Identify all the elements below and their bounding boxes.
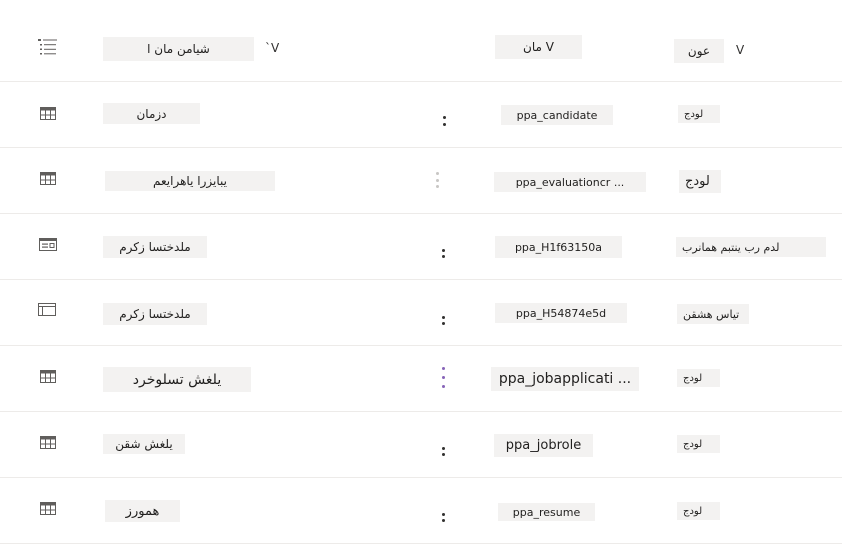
more-options-icon[interactable]: [434, 172, 440, 188]
type-cell: لودج: [678, 105, 720, 123]
display-name-cell[interactable]: دزمان: [103, 103, 200, 124]
column-header-name[interactable]: مان V: [495, 35, 582, 59]
table-icon: [40, 436, 56, 449]
table-row[interactable]: همورز ppa_resume لودج: [0, 478, 842, 544]
display-name-sort-indicator[interactable]: `V: [265, 41, 279, 55]
more-options-icon[interactable]: [440, 440, 446, 456]
display-name-cell[interactable]: یبایزرا یاهرایعم: [105, 171, 275, 191]
display-name-cell[interactable]: ملدختسا زکرم: [103, 303, 207, 325]
table-icon: [40, 370, 56, 383]
type-cell: لدم رب ینتبم همانرب: [676, 237, 826, 257]
more-options-icon[interactable]: [441, 109, 447, 126]
name-cell: ppa_H54874e5d: [495, 303, 627, 323]
table-row[interactable]: یلغش تسلوخرد ppa_jobapplicati ... لودج: [0, 346, 842, 412]
type-cell: لودج: [677, 502, 720, 520]
name-cell: ppa_resume: [498, 503, 595, 521]
type-cell: لودج: [679, 170, 721, 193]
more-options-icon[interactable]: [440, 309, 446, 325]
table-row[interactable]: یلغش شقن ppa_jobrole لودج: [0, 412, 842, 478]
type-sort-indicator[interactable]: V: [736, 43, 744, 57]
table-row[interactable]: دزمان ppa_candidate لودج: [0, 82, 842, 148]
table-row[interactable]: ملدختسا زکرم ppa_H54874e5d تیاس هشقن: [0, 280, 842, 346]
table-header: شیامن مان ا `V مان V عون V: [0, 0, 842, 82]
display-name-cell[interactable]: همورز: [105, 500, 180, 522]
list-view-icon[interactable]: [38, 38, 58, 58]
table-icon: [40, 107, 56, 120]
more-options-icon[interactable]: [440, 242, 446, 258]
name-cell: ppa_jobapplicati ...: [491, 367, 639, 391]
table-row[interactable]: یبایزرا یاهرایعم ppa_evaluationcr ... لو…: [0, 148, 842, 214]
table-row[interactable]: ملدختسا زکرم ppa_H1f63150a لدم رب ینتبم …: [0, 214, 842, 280]
name-cell: ppa_evaluationcr ...: [494, 172, 646, 192]
type-cell: تیاس هشقن: [677, 304, 749, 324]
more-options-icon[interactable]: [440, 506, 446, 522]
column-header-display-name[interactable]: شیامن مان ا: [103, 37, 254, 61]
display-name-cell[interactable]: یلغش تسلوخرد: [103, 367, 251, 392]
window-icon: [38, 303, 56, 316]
type-cell: لودج: [677, 435, 720, 453]
more-options-icon[interactable]: [440, 367, 446, 388]
type-cell: لودج: [677, 369, 720, 387]
name-cell: ppa_jobrole: [494, 434, 593, 457]
name-cell: ppa_H1f63150a: [495, 236, 622, 258]
name-cell: ppa_candidate: [501, 105, 613, 125]
table-icon: [40, 502, 56, 515]
display-name-cell[interactable]: یلغش شقن: [103, 434, 185, 454]
display-name-cell[interactable]: ملدختسا زکرم: [103, 236, 207, 258]
card-form-icon: [39, 238, 57, 251]
table-icon: [40, 172, 56, 185]
column-header-type[interactable]: عون: [674, 39, 724, 63]
